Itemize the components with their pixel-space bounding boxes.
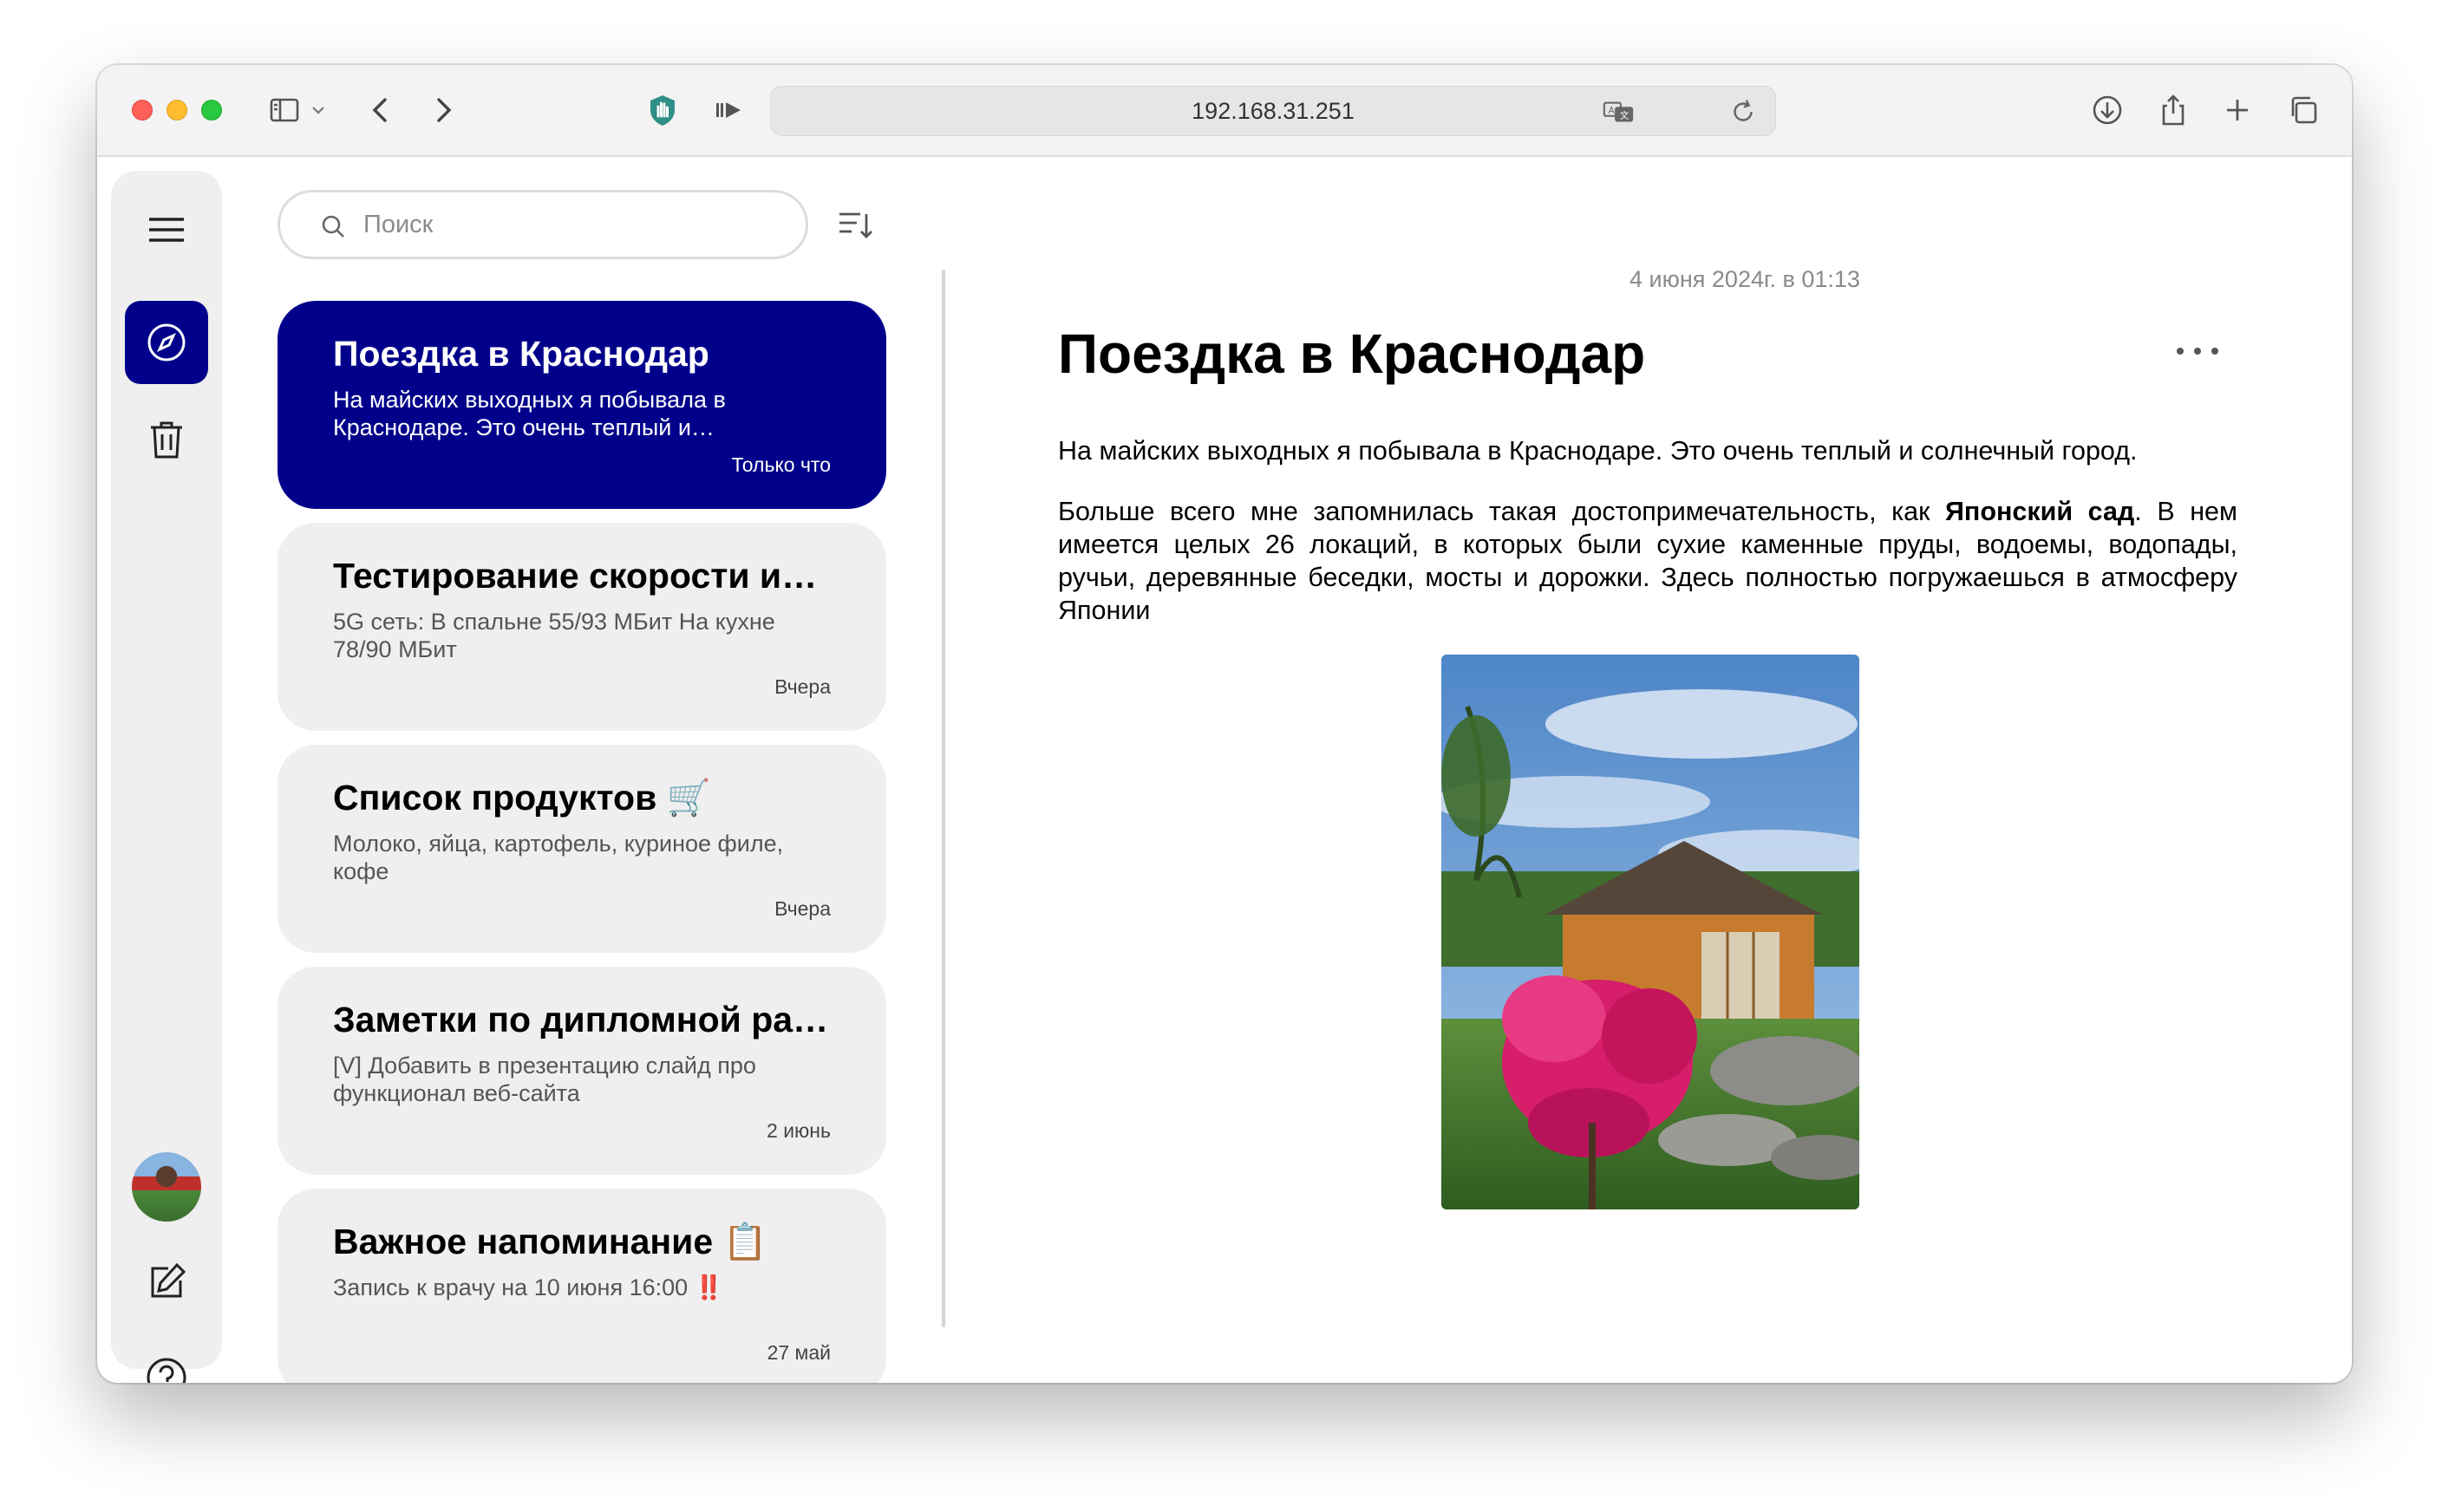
avatar[interactable] [132,1152,201,1222]
note-title: Список продуктов 🛒 [333,778,711,818]
chevron-left-icon[interactable] [362,91,401,129]
note-card[interactable]: Список продуктов 🛒 Молоко, яйца, картофе… [278,745,886,953]
new-note-button[interactable] [125,1241,208,1324]
search-icon [322,215,344,238]
trash-icon [151,421,182,459]
note-preview: [V] Добавить в презентацию слайд про фун… [333,1053,756,1106]
explore-button[interactable] [125,301,208,384]
trash-button[interactable] [125,398,208,481]
browser-window: 192.168.31.251 A文 Поиск Поездка в Красно… [97,65,2352,1383]
hamburger-icon [149,218,184,242]
translate-icon[interactable]: A文 [1602,95,1635,128]
tabs-overview-icon[interactable] [2284,91,2322,129]
more-icon[interactable] [2173,342,2222,360]
minimize-window-button[interactable] [167,100,187,121]
note-title: Поездка в Краснодар [333,334,709,374]
compass-icon [147,323,186,362]
note-card[interactable]: Заметки по дипломной рабо… [V] Добавить … [278,967,886,1175]
note-title: Заметки по дипломной рабо… [333,1000,834,1040]
close-window-button[interactable] [132,100,153,121]
note-preview: На майских выходных я побывала в Краснод… [333,387,726,440]
svg-text:A: A [1609,106,1616,116]
zoom-window-button[interactable] [201,100,222,121]
chevron-down-icon[interactable] [305,91,331,129]
note-date: Вчера [774,675,831,698]
pane-divider[interactable] [942,270,945,1327]
sidebar-icon[interactable] [265,91,304,129]
download-icon[interactable] [2088,91,2126,129]
help-icon [147,1358,186,1383]
note-title: Тестирование скорости инте… [333,556,834,596]
play-icon[interactable] [709,91,748,129]
reload-icon[interactable] [1727,95,1760,128]
note-title: Важное напоминание 📋 [333,1222,767,1261]
help-button[interactable] [125,1336,208,1383]
svg-text:文: 文 [1620,110,1629,121]
note-preview: Запись к врачу на 10 июня 16:00 ‼️ [333,1274,724,1300]
note-detail-date: 4 июня 2024г. в 01:13 [1629,266,1860,292]
compose-icon [151,1262,186,1298]
menu-button[interactable] [125,188,208,271]
search-input[interactable]: Поиск [278,190,808,259]
note-detail-title[interactable]: Поездка в Краснодар [1058,322,1645,386]
note-date: 2 июнь [767,1119,831,1142]
address-bar[interactable]: 192.168.31.251 A文 [770,86,1776,136]
left-rail [111,171,222,1383]
paragraph-text: Больше всего мне запомнилась такая досто… [1058,497,1945,526]
note-paragraph[interactable]: На майских выходных я побывала в Краснод… [1058,434,2237,467]
note-card[interactable]: Тестирование скорости инте… 5G сеть: В с… [278,523,886,731]
note-date: 27 май [767,1341,831,1364]
sort-icon[interactable] [834,204,876,245]
bold-text: Японский сад [1944,497,2135,526]
note-date: Вчера [774,897,831,920]
note-date: Только что [731,453,832,476]
note-photo[interactable] [1441,655,1859,1209]
note-paragraph[interactable]: Больше всего мне запомнилась такая досто… [1058,495,2237,627]
chevron-right-icon[interactable] [423,91,461,129]
note-card[interactable]: Важное напоминание 📋 Запись к врачу на 1… [278,1189,886,1383]
note-preview: 5G сеть: В спальне 55/93 МБит На кухне 7… [333,609,775,662]
plus-icon[interactable] [2218,91,2256,129]
share-icon[interactable] [2154,91,2192,129]
note-card[interactable]: Поездка в Краснодар На майских выходных … [278,301,886,509]
browser-toolbar: 192.168.31.251 A文 [97,65,2352,157]
search-placeholder: Поиск [363,210,434,238]
hand-shield-icon[interactable] [643,91,682,129]
note-preview: Молоко, яйца, картофель, куриное филе, к… [333,831,784,884]
